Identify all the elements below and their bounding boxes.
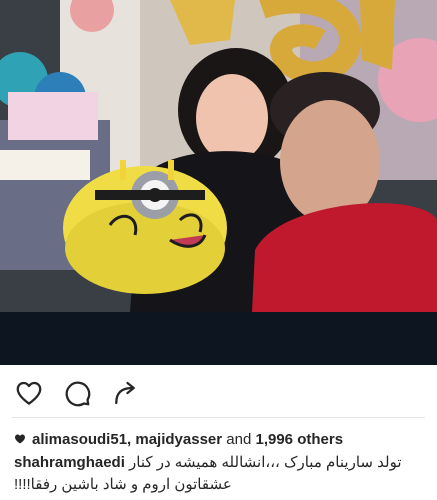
heart-outline-icon [16,381,42,405]
photo-bottom-strip [0,312,437,365]
heart-filled-icon [15,434,25,444]
section-divider [12,417,425,418]
caption-username[interactable]: shahramghaedi [14,454,125,471]
caption-text-line2: عشقاتون اروم و شاد باشین رفقا!!!! [14,476,232,493]
comment-bubble-icon [65,381,91,407]
post-caption: shahramghaedi تولد سارینام مبارک ،،،انشا… [14,453,424,493]
share-arrow-icon [115,381,135,405]
post-photo[interactable] [0,0,437,365]
likes-and-word: and [226,431,252,448]
share-button[interactable] [110,378,140,408]
likes-count[interactable]: 1,996 others [255,431,343,448]
comment-button[interactable] [62,378,92,408]
birthday-photo-image [0,0,437,312]
post-action-bar [0,370,437,416]
likes-summary[interactable]: alimasoudi51, majidyasser and 1,996 othe… [14,430,343,450]
like-button[interactable] [14,378,44,408]
caption-text-line1: تولد سارینام مبارک ،،،انشالله همیشه در ک… [129,454,402,471]
liked-by-users[interactable]: alimasoudi51, majidyasser [32,431,222,448]
